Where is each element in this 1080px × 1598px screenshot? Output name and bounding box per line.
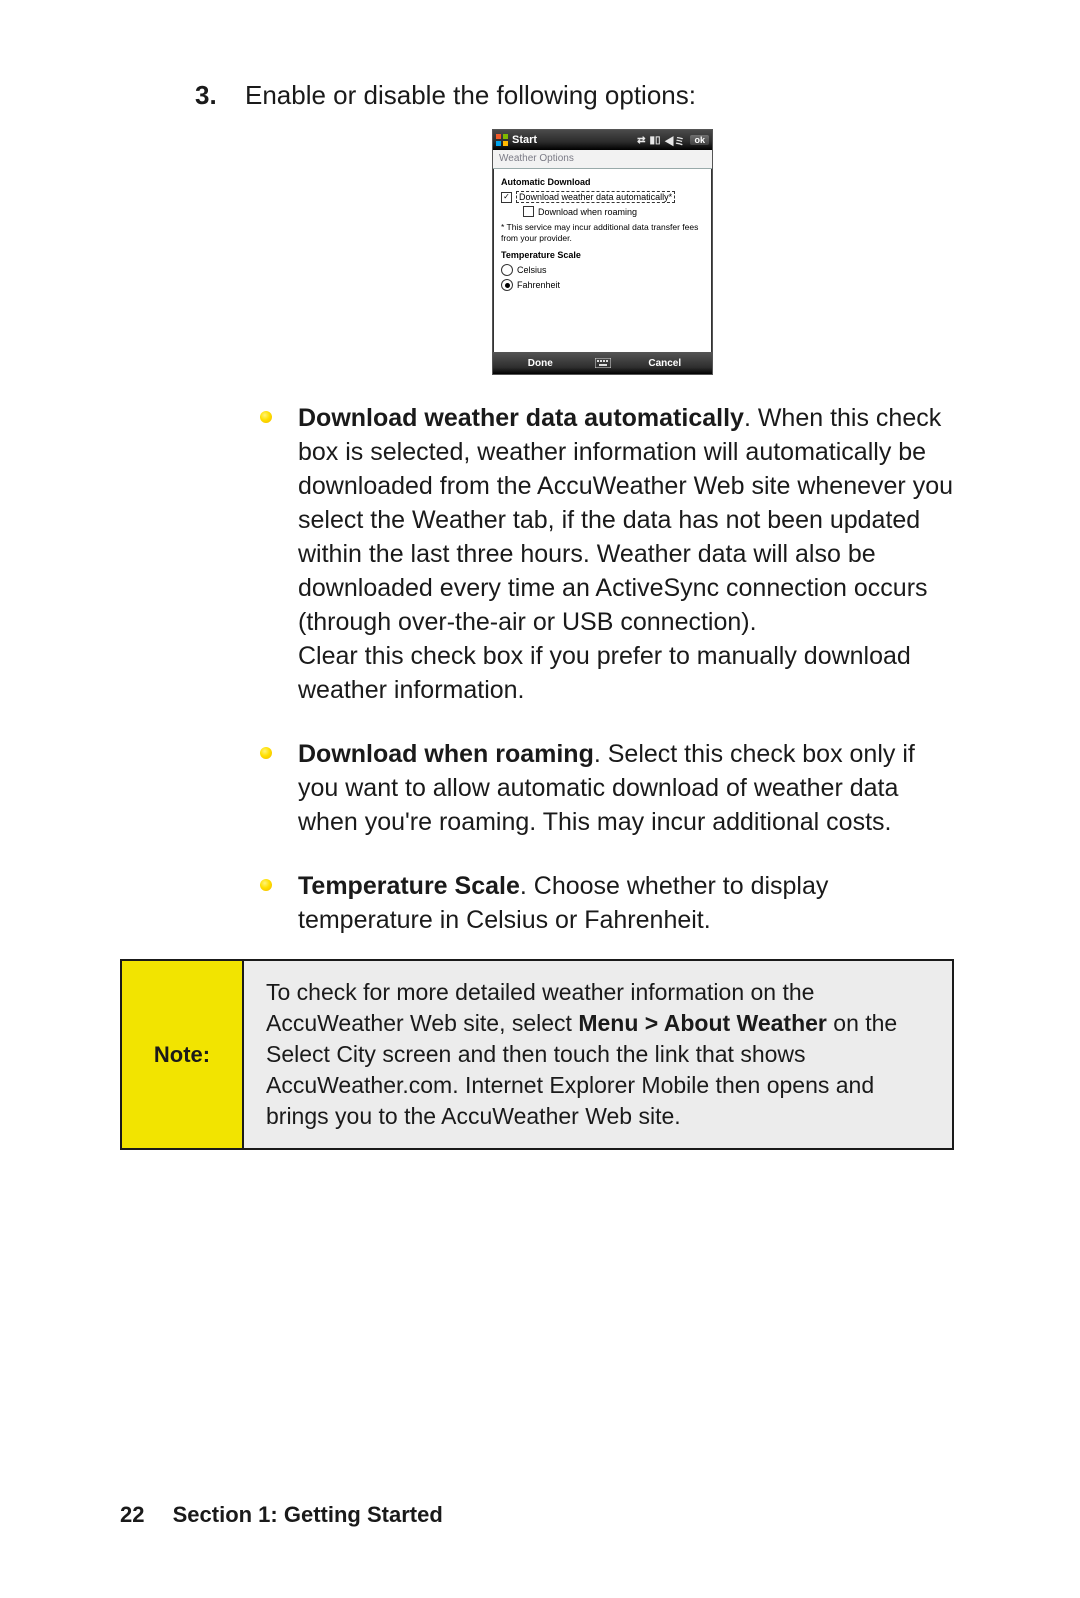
section-title: Section 1: Getting Started [173, 1502, 443, 1527]
service-note: * This service may incur additional data… [501, 222, 704, 244]
bullet-temperature-scale: Temperature Scale. Choose whether to dis… [260, 869, 960, 937]
cancel-button: Cancel [618, 358, 713, 369]
bullet-icon [260, 879, 272, 891]
radio-unselected-icon [501, 264, 513, 276]
step-text: Enable or disable the following options: [245, 80, 696, 110]
phone-content: Automatic Download ✓ Download weather da… [493, 169, 712, 352]
checkbox-download-auto-label: Download weather data automatically* [516, 191, 675, 203]
radio-fahrenheit: Fahrenheit [501, 279, 704, 291]
section-automatic-download: Automatic Download [501, 177, 704, 187]
page-number: 22 [120, 1502, 144, 1527]
note-body: To check for more detailed weather infor… [244, 961, 952, 1148]
phone-subtitle: Weather Options [493, 150, 712, 169]
checkbox-checked-icon: ✓ [501, 192, 512, 203]
phone-frame: Start ⇄ ▮▯ ◀ミ ok Weather Options Automat… [492, 129, 713, 375]
note-box: Note: To check for more detailed weather… [120, 959, 954, 1150]
phone-screenshot: Start ⇄ ▮▯ ◀ミ ok Weather Options Automat… [245, 129, 960, 375]
windows-logo-icon [496, 134, 508, 146]
ok-button: ok [690, 135, 709, 145]
start-label: Start [512, 134, 537, 146]
bullet-download-roaming: Download when roaming. Select this check… [260, 737, 960, 839]
signal-icon: ▮▯ [649, 135, 660, 146]
done-button: Done [493, 358, 588, 369]
bullet-list: Download weather data automatically. Whe… [260, 401, 960, 937]
bullet2-strong: Download when roaming [298, 740, 594, 768]
radio-celsius: Celsius [501, 264, 704, 276]
radio-selected-icon [501, 279, 513, 291]
bullet-icon [260, 411, 272, 423]
checkbox-download-roaming-label: Download when roaming [538, 207, 637, 217]
speaker-icon: ◀ミ [664, 133, 684, 148]
bullet1-text-b: Clear this check box if you prefer to ma… [298, 642, 911, 704]
radio-fahrenheit-label: Fahrenheit [517, 280, 560, 290]
keyboard-icon [588, 358, 618, 368]
radio-celsius-label: Celsius [517, 265, 547, 275]
phone-titlebar: Start ⇄ ▮▯ ◀ミ ok [493, 130, 712, 150]
step-number: 3. [195, 80, 245, 395]
checkbox-download-auto: ✓ Download weather data automatically* [501, 191, 704, 203]
note-body-strong: Menu > About Weather [578, 1010, 827, 1036]
note-label: Note: [122, 961, 244, 1148]
connectivity-icon: ⇄ [637, 135, 645, 146]
bullet1-text-a: . When this check box is selected, weath… [298, 404, 953, 636]
checkbox-download-roaming: Download when roaming [523, 206, 704, 217]
phone-bottombar: Done Cancel [493, 352, 712, 374]
bullet-download-auto: Download weather data automatically. Whe… [260, 401, 960, 707]
bullet3-strong: Temperature Scale [298, 872, 520, 900]
checkbox-unchecked-icon [523, 206, 534, 217]
bullet-icon [260, 747, 272, 759]
step-3: 3. Enable or disable the following optio… [195, 80, 960, 395]
section-temperature-scale: Temperature Scale [501, 250, 704, 260]
page-footer: 22 Section 1: Getting Started [120, 1502, 443, 1528]
bullet1-strong: Download weather data automatically [298, 404, 744, 432]
